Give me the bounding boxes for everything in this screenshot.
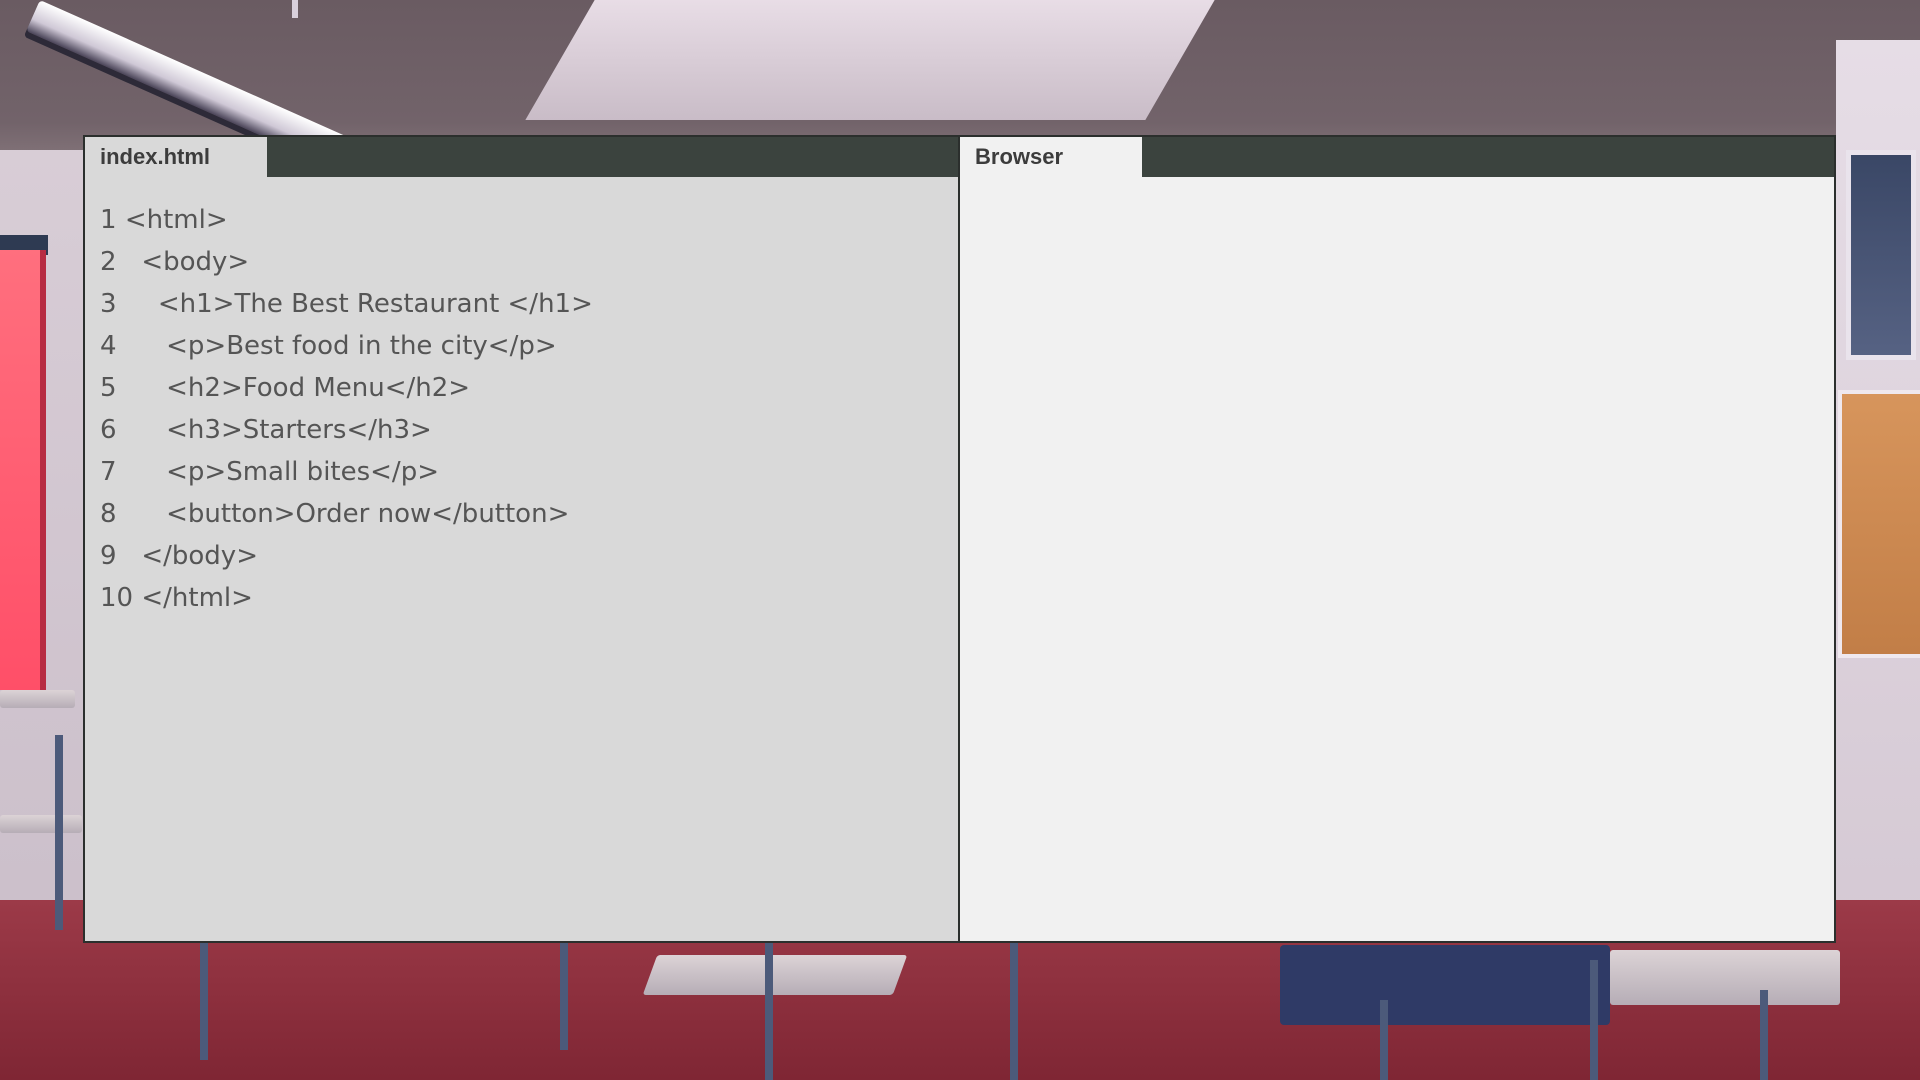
line-number: 5 — [100, 373, 117, 403]
desk-leg — [1380, 1000, 1388, 1080]
chair-back — [1280, 945, 1610, 1025]
code-line[interactable]: 6 <h3>Starters</h3> — [100, 409, 948, 451]
editor-tab-bar: index.html — [85, 137, 958, 177]
desk-leg — [55, 735, 63, 930]
right-window — [1846, 150, 1916, 360]
line-code: <h2>Food Menu</h2> — [124, 373, 471, 403]
code-line[interactable]: 8 <button>Order now</button> — [100, 493, 948, 535]
line-number: 3 — [100, 289, 117, 319]
code-line[interactable]: 9 </body> — [100, 535, 948, 577]
code-line[interactable]: 2 <body> — [100, 241, 948, 283]
line-code: <button>Order now</button> — [124, 499, 570, 529]
line-code: <h1>The Best Restaurant </h1> — [124, 289, 593, 319]
browser-preview — [960, 177, 1834, 941]
browser-tab-bar: Browser — [960, 137, 1834, 177]
code-editor[interactable]: 1 <html> 2 <body> 3 <h1>The Best Restauran… — [100, 199, 948, 619]
line-code: <html> — [124, 205, 228, 235]
desk-leg — [1590, 960, 1598, 1080]
light-stem — [292, 0, 298, 18]
code-line[interactable]: 5 <h2>Food Menu</h2> — [100, 367, 948, 409]
line-number: 10 — [100, 583, 134, 613]
ceiling-beam — [525, 0, 1215, 120]
desk — [0, 815, 82, 833]
cork-board — [1838, 390, 1920, 658]
tab-browser[interactable]: Browser — [960, 137, 1142, 177]
line-number: 7 — [100, 457, 117, 487]
line-number: 2 — [100, 247, 117, 277]
desk — [1610, 950, 1840, 1005]
desk-leg — [560, 940, 568, 1050]
code-line[interactable]: 1 <html> — [100, 199, 948, 241]
desk — [642, 955, 908, 995]
line-number: 9 — [100, 541, 117, 571]
code-line[interactable]: 4 <p>Best food in the city</p> — [100, 325, 948, 367]
line-code: <h3>Starters</h3> — [124, 415, 432, 445]
browser-panel: Browser — [958, 135, 1836, 943]
line-code: <body> — [124, 247, 250, 277]
line-number: 1 — [100, 205, 117, 235]
code-line[interactable]: 7 <p>Small bites</p> — [100, 451, 948, 493]
line-code: <p>Small bites</p> — [124, 457, 439, 487]
desk-leg — [1760, 990, 1768, 1080]
line-number: 4 — [100, 331, 117, 361]
line-code: </body> — [124, 541, 258, 571]
code-line[interactable]: 3 <h1>The Best Restaurant </h1> — [100, 283, 948, 325]
game-scene: index.html 1 <html> 2 <body> 3 <h1>The Bes… — [0, 0, 1920, 1080]
desk — [0, 690, 75, 708]
left-window — [0, 250, 46, 690]
desk-leg — [1010, 940, 1018, 1080]
desk-leg — [200, 940, 208, 1060]
line-code: </html> — [141, 583, 253, 613]
line-number: 8 — [100, 499, 117, 529]
desk-leg — [765, 940, 773, 1080]
tab-index-html[interactable]: index.html — [85, 137, 267, 177]
line-code: <p>Best food in the city</p> — [124, 331, 557, 361]
code-editor-panel: index.html 1 <html> 2 <body> 3 <h1>The Bes… — [83, 135, 960, 943]
code-line[interactable]: 10 </html> — [100, 577, 948, 619]
line-number: 6 — [100, 415, 117, 445]
